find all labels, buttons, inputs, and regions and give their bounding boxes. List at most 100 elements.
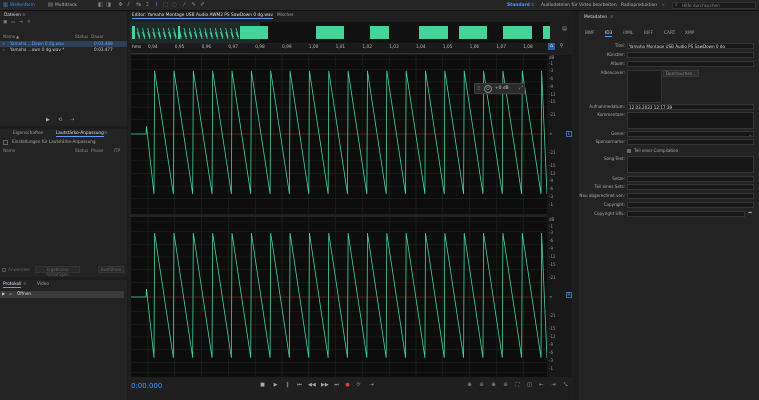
close-file-icon[interactable]: ✕ [27,20,31,26]
timecode-display[interactable]: 0:00.000 [131,381,162,391]
play-icon[interactable]: ▶ [272,382,279,389]
go-to-end-icon[interactable]: ⏭ [333,382,340,389]
waveform-view-button[interactable]: Wellenform [10,2,35,9]
zoom-full-icon[interactable]: ⛶ [514,382,521,389]
extra-tool-icon[interactable]: ✐ [199,2,206,9]
sponsor-field[interactable] [627,139,754,145]
tab-ixml[interactable]: iXML [623,31,633,37]
browse-cover-button[interactable]: Durchsuchen... [663,70,699,77]
waveform-view-icon[interactable]: ▥ [2,2,9,9]
marquee-tool-icon[interactable]: ⬚ [162,2,169,9]
autoplay-icon[interactable]: ⇢ [70,117,74,123]
zoom-in-time-icon[interactable]: ⊕ [490,382,497,389]
workspace-radio[interactable]: Radioproduktion [621,2,657,9]
move-tool-icon[interactable]: ✥ [117,2,124,9]
zoom-out-time-icon[interactable]: ⊖ [502,382,509,389]
insert-icon[interactable]: ⇥ [19,20,23,26]
open-file-icon[interactable]: ▭ [11,20,15,26]
record-icon[interactable]: ● [344,382,351,389]
effects-col-phase[interactable]: Phase [91,148,104,154]
volume-knob-icon[interactable]: ⏻ [484,85,492,93]
effects-col-status[interactable]: Status [75,148,88,154]
zoom-out-amplitude-icon[interactable]: ⊖ [478,382,485,389]
tab-loudness[interactable]: Lautstärke-Anpassung [56,131,104,137]
lasso-tool-icon[interactable]: ◌ [171,2,178,9]
mixer-tab[interactable]: Mischer [277,13,294,19]
expand-arrow-icon[interactable]: › [3,47,5,53]
time-selection-icon[interactable]: ⌶ [144,2,151,9]
part-of-set-field[interactable] [627,184,754,190]
razor-tool-icon[interactable]: ⫽ [125,2,132,9]
multitrack-view-button[interactable]: Multitrack [55,2,77,9]
zoom-lock-icon[interactable]: ⌂ [548,43,555,50]
zoom-right-icon[interactable]: ⇥ [550,382,557,389]
waveform-overview[interactable] [130,22,550,43]
brush-tool-icon[interactable]: ⁄ [181,2,188,9]
waveform-channel-right[interactable] [131,232,547,358]
lyrics-field[interactable] [627,156,754,173]
text-cursor-icon[interactable]: I [153,2,160,9]
title-field[interactable]: Yamaha Montage USB Audio PS SawDown 0 dg [627,43,754,49]
channel-left-toggle[interactable]: L [566,131,572,137]
tab-xmp[interactable]: XMP [685,31,694,37]
editor-menu-icon[interactable]: ≡ [266,13,270,19]
spot-healing-icon[interactable]: ✎ [190,2,197,9]
effects-col-name[interactable]: Name [3,148,15,154]
file-row-2[interactable]: › Yamaha ...own 0 dg.wav * 0:03.477 [0,47,127,53]
new-file-icon[interactable]: ▣ [3,20,7,26]
sets-field[interactable] [627,176,754,182]
history-item[interactable]: ▶ ▭ Öffnen [0,291,124,298]
loop-playback-icon[interactable]: ⟳ [355,382,362,389]
multitrack-view-icon[interactable]: ▤ [47,2,54,9]
apply-checkbox[interactable] [2,268,6,272]
zoom-in-amplitude-icon[interactable]: ⊕ [466,382,473,389]
tab-video[interactable]: Video [37,282,49,288]
amplitude-hud[interactable]: ⠿ ⏻ +0 dB ⤢ [474,83,525,94]
effects-col-itp[interactable]: ITP [114,148,120,154]
genre-select[interactable]: ⌄ [627,131,754,137]
album-cover-well[interactable] [627,70,662,103]
files-panel-menu-icon[interactable]: ≡ [22,13,26,19]
files-col-status[interactable]: Status [75,34,88,40]
slip-tool-icon[interactable]: ↹ [135,2,142,9]
tab-protocol[interactable]: Protokoll [3,282,22,288]
encoder-field[interactable] [627,193,754,199]
stop-icon[interactable]: ■ [259,382,266,389]
play-icon[interactable]: ▶ [46,117,50,123]
settings-checkbox[interactable] [3,140,8,145]
artist-field[interactable] [627,52,754,58]
channel-right-toggle[interactable]: R [566,292,572,298]
zoom-left-icon[interactable]: ⇤ [538,382,545,389]
workspace-menu-icon[interactable]: ≡ [531,2,535,9]
rewind-icon[interactable]: ◀◀ [308,382,316,389]
spectral-frequency-icon[interactable]: ◧ [97,2,104,9]
date-field[interactable]: 12.03.2023 12:17:39 [627,104,754,110]
album-field[interactable] [627,61,754,67]
zoom-selection-icon[interactable]: ◫ [526,382,533,389]
workspace-standard[interactable]: Standard [507,2,530,9]
tab-id3[interactable]: ID3 [605,31,613,37]
files-col-name[interactable]: Name [3,34,15,40]
go-to-start-icon[interactable]: ⏮ [296,382,303,389]
zoom-fit-icon[interactable]: ⤡ [562,382,569,389]
execute-button[interactable]: Ausführen [98,266,124,273]
fast-forward-icon[interactable]: ▶▶ [321,382,329,389]
loudness-panel-menu-icon[interactable]: ≡ [104,131,108,137]
skip-icon[interactable]: ⇥ [368,382,375,389]
comment-field[interactable] [627,112,754,129]
files-col-duration[interactable]: Dauer [91,34,104,40]
spectral-pitch-icon[interactable]: ◨ [105,2,112,9]
editor-tab[interactable]: Editor: Yamaha Montage USB Audio AWM2 PS… [132,13,274,19]
tab-riff[interactable]: RIFF [644,31,653,37]
metadata-menu-icon[interactable]: ≡ [610,15,614,21]
hud-pin-icon[interactable]: ⤢ [519,85,523,91]
pause-icon[interactable]: ‖ [284,382,291,389]
pin-icon[interactable]: ⚲ [558,43,565,50]
spectrum-toggle-icon[interactable]: ▤ [561,26,568,33]
help-search-box[interactable]: ⌕ Hilfe durchsuchen [672,2,756,9]
tab-bwf[interactable]: BWF [585,31,595,37]
add-results-button[interactable]: Ergebnisse hinzufügen [35,266,80,277]
copyright-url-field[interactable] [627,211,745,217]
tab-cart[interactable]: CART [664,31,675,37]
copyright-field[interactable] [627,202,754,208]
